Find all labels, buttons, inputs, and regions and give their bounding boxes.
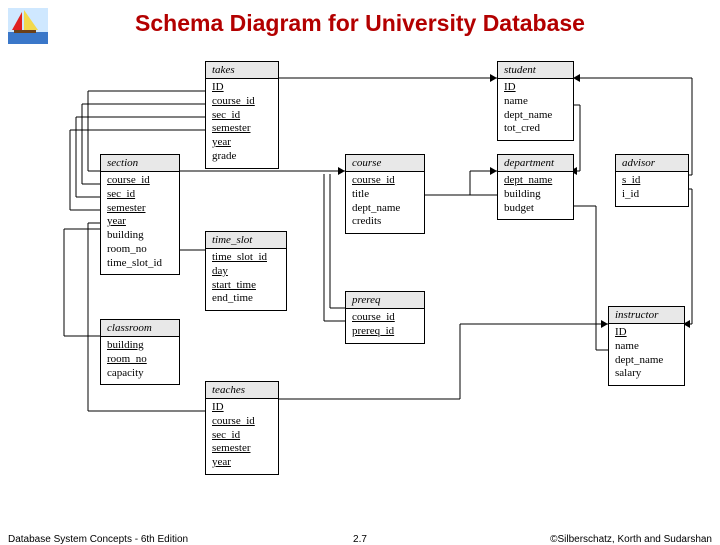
- entity-attrs: dept_name building budget: [498, 172, 573, 219]
- page-title: Schema Diagram for University Database: [0, 10, 720, 37]
- entity-time-slot: time_slot time_slot_id day start_time en…: [205, 231, 287, 311]
- entity-department: department dept_name building budget: [497, 154, 574, 220]
- entity-attrs: course_id title dept_name credits: [346, 172, 424, 233]
- entity-section: section course_id sec_id semester year b…: [100, 154, 180, 275]
- entity-attrs: time_slot_id day start_time end_time: [206, 249, 286, 310]
- entity-header: takes: [206, 62, 278, 79]
- entity-header: department: [498, 155, 573, 172]
- entity-attrs: ID course_id sec_id semester year grade: [206, 79, 278, 168]
- entity-attrs: ID name dept_name tot_cred: [498, 79, 573, 140]
- entity-instructor: instructor ID name dept_name salary: [608, 306, 685, 386]
- entity-header: advisor: [616, 155, 688, 172]
- entity-header: teaches: [206, 382, 278, 399]
- entity-student: student ID name dept_name tot_cred: [497, 61, 574, 141]
- entity-attrs: s_id i_id: [616, 172, 688, 206]
- entity-header: prereq: [346, 292, 424, 309]
- entity-attrs: course_id prereq_id: [346, 309, 424, 343]
- entity-attrs: ID course_id sec_id semester year: [206, 399, 278, 474]
- entity-header: instructor: [609, 307, 684, 324]
- entity-takes: takes ID course_id sec_id semester year …: [205, 61, 279, 169]
- entity-advisor: advisor s_id i_id: [615, 154, 689, 207]
- entity-header: time_slot: [206, 232, 286, 249]
- entity-prereq: prereq course_id prereq_id: [345, 291, 425, 344]
- entity-header: course: [346, 155, 424, 172]
- entity-header: student: [498, 62, 573, 79]
- entity-header: section: [101, 155, 179, 172]
- entity-attrs: building room_no capacity: [101, 337, 179, 384]
- schema-diagram: takes ID course_id sec_id semester year …: [0, 56, 720, 486]
- entity-header: classroom: [101, 320, 179, 337]
- entity-attrs: ID name dept_name salary: [609, 324, 684, 385]
- entity-course: course course_id title dept_name credits: [345, 154, 425, 234]
- entity-attrs: course_id sec_id semester year building …: [101, 172, 179, 274]
- entity-teaches: teaches ID course_id sec_id semester yea…: [205, 381, 279, 475]
- entity-classroom: classroom building room_no capacity: [100, 319, 180, 385]
